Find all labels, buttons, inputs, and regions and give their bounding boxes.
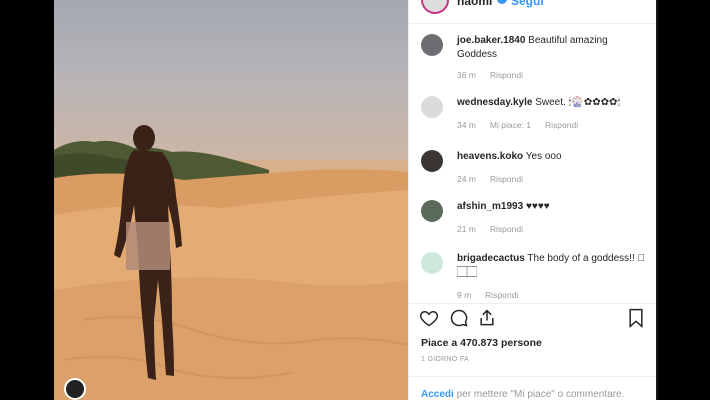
screen: naomi Seguì joe.baker.1840 Beautiful ama… xyxy=(0,0,710,400)
comment-username[interactable]: afshin_m1993 xyxy=(457,201,523,212)
reply-link[interactable]: Rispondi xyxy=(490,174,523,184)
comment-age: 34 m xyxy=(457,120,476,130)
person-avatar-icon[interactable] xyxy=(421,34,443,56)
post-timestamp[interactable]: 1 GIORNO FA xyxy=(421,356,469,363)
author-avatar[interactable] xyxy=(421,0,449,14)
share-icon[interactable] xyxy=(477,308,497,333)
divider xyxy=(656,0,658,400)
comment-text: wednesday.kyle Sweet. 🕯🎡✿✿✿✿🕯 xyxy=(457,96,647,110)
photo-owner-badge[interactable] xyxy=(64,378,86,400)
login-prompt-text: per mettere "Mi piace" o commentare. xyxy=(453,389,625,400)
comment-text: brigadecactus The body of a goddess!! 🏻🏻… xyxy=(457,252,647,280)
logo-avatar-icon[interactable] xyxy=(421,252,443,274)
comment-meta: 21 m Rispondi xyxy=(457,224,537,234)
comment-text: joe.baker.1840 Beautiful amazing Goddess xyxy=(457,34,647,62)
verified-icon xyxy=(497,0,507,4)
reply-link[interactable]: Rispondi xyxy=(490,224,523,234)
comment-body: Sweet. 🕯🎡✿✿✿✿🕯 xyxy=(535,97,621,108)
login-footer: Accedi per mettere "Mi piace" o commenta… xyxy=(409,376,657,400)
comment-username[interactable]: brigadecactus xyxy=(457,253,525,264)
comment-text: heavens.koko Yes ooo xyxy=(457,150,647,164)
comment-age: 24 m xyxy=(457,174,476,184)
post-photo[interactable] xyxy=(54,0,408,400)
login-link[interactable]: Accedi xyxy=(421,389,454,400)
likes-count[interactable]: Piace a 470.873 persone xyxy=(421,337,542,349)
comment-likes[interactable]: Mi piace: 1 xyxy=(490,120,531,130)
comment-text: afshin_m1993 ♥♥♥♥ xyxy=(457,200,647,214)
comment-username[interactable]: joe.baker.1840 xyxy=(457,35,525,46)
follow-button[interactable]: Seguì xyxy=(511,0,544,8)
login-prompt: Accedi per mettere "Mi piace" o commenta… xyxy=(421,389,624,400)
backdrop-right xyxy=(656,0,710,400)
comment-body: Yes ooo xyxy=(525,151,562,162)
blank-avatar-icon[interactable] xyxy=(421,96,443,118)
comment-body: ♥♥♥♥ xyxy=(525,201,550,212)
comment-age: 9 m xyxy=(457,290,472,300)
comment-list: joe.baker.1840 Beautiful amazing Goddess… xyxy=(409,26,657,302)
comment-meta: 36 m Rispondi xyxy=(457,70,537,80)
comment-icon[interactable] xyxy=(449,308,469,333)
author-username[interactable]: naomi xyxy=(457,0,492,8)
reply-link[interactable]: Rispondi xyxy=(485,290,518,300)
action-bar xyxy=(409,303,657,329)
heart-icon[interactable] xyxy=(419,308,439,333)
post-side-panel: naomi Seguì joe.baker.1840 Beautiful ama… xyxy=(408,0,657,400)
comment-age: 36 m xyxy=(457,70,476,80)
reply-link[interactable]: Rispondi xyxy=(545,120,578,130)
post-header: naomi Seguì xyxy=(409,0,656,24)
comment-meta: 34 m Mi piace: 1 Rispondi xyxy=(457,120,592,130)
comment-meta: 9 m Rispondi xyxy=(457,290,532,300)
photo-scene xyxy=(54,125,408,400)
face-avatar-icon[interactable] xyxy=(421,150,443,172)
comment-username[interactable]: wednesday.kyle xyxy=(457,97,532,108)
comment-username[interactable]: heavens.koko xyxy=(457,151,523,162)
comment-meta: 24 m Rispondi xyxy=(457,174,537,184)
reply-link[interactable]: Rispondi xyxy=(490,70,523,80)
bookmark-icon[interactable] xyxy=(627,308,645,333)
comment-age: 21 m xyxy=(457,224,476,234)
outdoor-avatar-icon[interactable] xyxy=(421,200,443,222)
